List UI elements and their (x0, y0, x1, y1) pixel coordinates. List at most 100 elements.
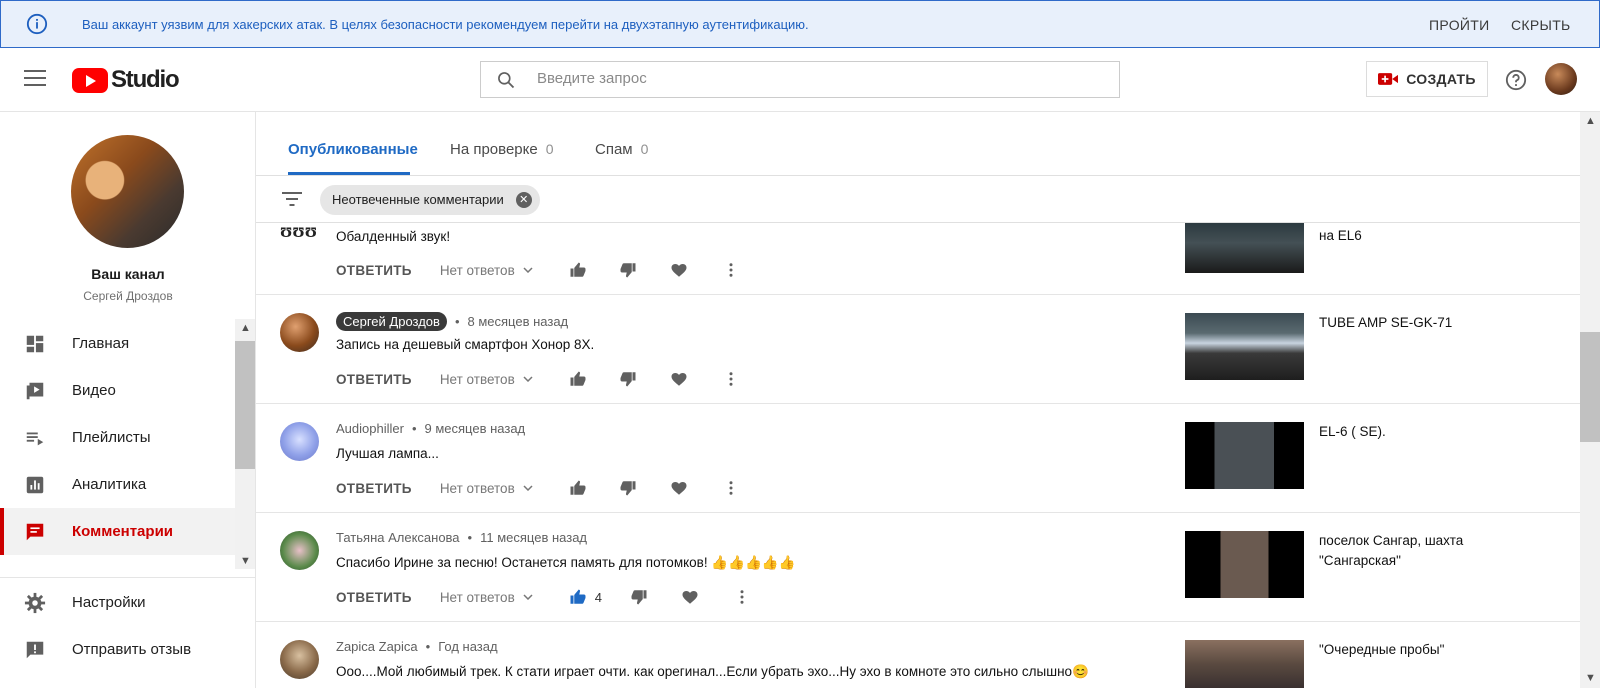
no-replies-dropdown[interactable]: Нет ответов (440, 590, 533, 605)
hide-banner-button[interactable]: СКРЫТЬ (1511, 17, 1571, 33)
dislike-icon[interactable] (619, 261, 637, 279)
sidebar-item-label: Отправить отзыв (72, 641, 192, 658)
video-title[interactable]: "Очередные пробы" (1319, 640, 1509, 660)
channel-title: Ваш канал (91, 266, 165, 282)
reply-button[interactable]: ОТВЕТИТЬ (336, 372, 412, 387)
dislike-icon[interactable] (619, 370, 637, 388)
comment-author[interactable]: Zapica Zapica (336, 639, 418, 654)
like-icon[interactable] (569, 261, 587, 279)
no-replies-dropdown[interactable]: Нет ответов (440, 372, 533, 387)
more-options-icon[interactable] (722, 261, 740, 279)
sidebar-item-settings[interactable]: Настройки (0, 579, 235, 626)
comment-author[interactable]: Сергей Дроздов (336, 312, 447, 331)
heart-icon[interactable] (670, 370, 688, 388)
comments-panel: Опубликованные На проверке 0 Спам 0 Неотве… (256, 112, 1580, 688)
comment-row: Zapica Zapica • Год назад Ооо....Мой люб… (256, 622, 1580, 688)
sidebar-item-feedback[interactable]: Отправить отзыв (0, 626, 235, 673)
commenter-avatar[interactable] (280, 531, 319, 570)
sidebar-divider (0, 577, 256, 578)
playlist-icon (26, 432, 44, 445)
heart-icon[interactable] (670, 479, 688, 497)
tab-count: 0 (545, 141, 554, 157)
like-icon[interactable] (569, 370, 587, 388)
comment-time[interactable]: 11 месяцев назад (480, 530, 587, 545)
commenter-avatar[interactable] (280, 313, 319, 352)
like-icon[interactable] (569, 588, 587, 606)
video-title[interactable]: поселок Сангар, шахта "Сангарская" (1319, 531, 1509, 571)
main-scroll-thumb[interactable] (1580, 332, 1600, 442)
sidebar-item-comments[interactable]: Комментарии (0, 508, 235, 555)
filter-bar: Неотвеченные комментарии ✕ (256, 176, 1580, 223)
tab-spam[interactable]: Спам 0 (595, 141, 648, 158)
tab-published[interactable]: Опубликованные (288, 141, 418, 158)
commenter-avatar[interactable] (280, 640, 319, 679)
help-icon[interactable] (1505, 69, 1527, 91)
studio-logo[interactable]: Studio (72, 66, 180, 94)
enable-2fa-button[interactable]: ПРОЙТИ (1429, 17, 1489, 33)
comment-actions: ОТВЕТИТЬ Нет ответов (336, 259, 740, 281)
create-button[interactable]: СОЗДАТЬ (1366, 61, 1488, 97)
channel-avatar[interactable] (71, 135, 184, 248)
feedback-icon (26, 641, 44, 658)
account-avatar[interactable] (1545, 63, 1577, 95)
video-thumbnail[interactable] (1185, 531, 1304, 598)
filter-chip[interactable]: Неотвеченные комментарии ✕ (320, 185, 540, 215)
tab-label: На проверке (450, 141, 538, 158)
commenter-avatar[interactable]: ʊʊʊ (280, 223, 319, 242)
scroll-down-icon[interactable]: ▼ (1585, 672, 1596, 684)
dislike-icon[interactable] (619, 479, 637, 497)
scroll-up-icon[interactable]: ▲ (1585, 115, 1596, 127)
security-banner: Ваш аккаунт уязвим для хакерских атак. В… (0, 0, 1600, 48)
video-thumbnail[interactable] (1185, 313, 1304, 380)
reply-button[interactable]: ОТВЕТИТЬ (336, 590, 412, 605)
more-options-icon[interactable] (733, 588, 751, 606)
scroll-up-icon[interactable]: ▲ (240, 322, 251, 334)
search-input[interactable] (537, 70, 1097, 87)
video-thumbnail[interactable] (1185, 422, 1304, 489)
video-title[interactable]: TUBE AMP SE-GK-71 (1319, 313, 1509, 333)
heart-icon[interactable] (681, 588, 699, 606)
comment-author[interactable]: Татьяна Алексанова (336, 530, 460, 545)
menu-icon[interactable] (24, 70, 46, 88)
scroll-down-icon[interactable]: ▼ (240, 555, 251, 567)
sidebar-item-videos[interactable]: Видео (0, 367, 235, 414)
video-thumbnail[interactable] (1185, 640, 1304, 688)
reply-button[interactable]: ОТВЕТИТЬ (336, 263, 412, 278)
heart-icon[interactable] (670, 261, 688, 279)
like-count: 4 (594, 589, 602, 605)
comment-time[interactable]: 8 месяцев назад (468, 314, 569, 329)
sidebar-item-label: Видео (72, 382, 116, 399)
remove-filter-icon[interactable]: ✕ (515, 192, 532, 208)
no-replies-dropdown[interactable]: Нет ответов (440, 263, 533, 278)
filter-icon[interactable] (282, 191, 302, 207)
sidebar-scroll-thumb[interactable] (235, 341, 255, 469)
comment-text: Ооо....Мой любимый трек. К стати играет … (336, 664, 1089, 679)
video-title[interactable]: на EL6 (1319, 226, 1509, 246)
sidebar-scrollbar[interactable]: ▲ ▼ (235, 319, 255, 569)
main-scrollbar[interactable]: ▲ ▼ (1580, 112, 1600, 688)
chevron-down-icon (523, 485, 533, 491)
dislike-icon[interactable] (630, 588, 648, 606)
more-options-icon[interactable] (722, 479, 740, 497)
sidebar-item-dashboard[interactable]: Главная (0, 320, 235, 367)
video-thumbnail[interactable] (1185, 223, 1304, 273)
sidebar-item-analytics[interactable]: Аналитика (0, 461, 235, 508)
reply-button[interactable]: ОТВЕТИТЬ (336, 481, 412, 496)
commenter-avatar[interactable] (280, 422, 319, 461)
search-box[interactable] (480, 61, 1120, 98)
comment-actions: ОТВЕТИТЬ Нет ответов 4 (336, 586, 751, 608)
comment-time[interactable]: Год назад (438, 639, 497, 654)
more-options-icon[interactable] (722, 370, 740, 388)
comment-text: Спасибо Ирине за песню! Останется память… (336, 555, 796, 570)
comment-time[interactable]: 9 месяцев назад (425, 421, 526, 436)
sidebar-item-playlists[interactable]: Плейлисты (0, 414, 235, 461)
video-title[interactable]: EL-6 ( SE). (1319, 422, 1509, 442)
comment-header: Audiophiller • 9 месяцев назад (336, 421, 525, 436)
no-replies-dropdown[interactable]: Нет ответов (440, 481, 533, 496)
comment-icon (26, 523, 44, 540)
tab-held-for-review[interactable]: На проверке 0 (450, 141, 554, 158)
like-icon[interactable] (569, 479, 587, 497)
gear-icon (24, 592, 46, 613)
comment-author[interactable]: Audiophiller (336, 421, 404, 436)
comment-actions: ОТВЕТИТЬ Нет ответов (336, 368, 740, 390)
